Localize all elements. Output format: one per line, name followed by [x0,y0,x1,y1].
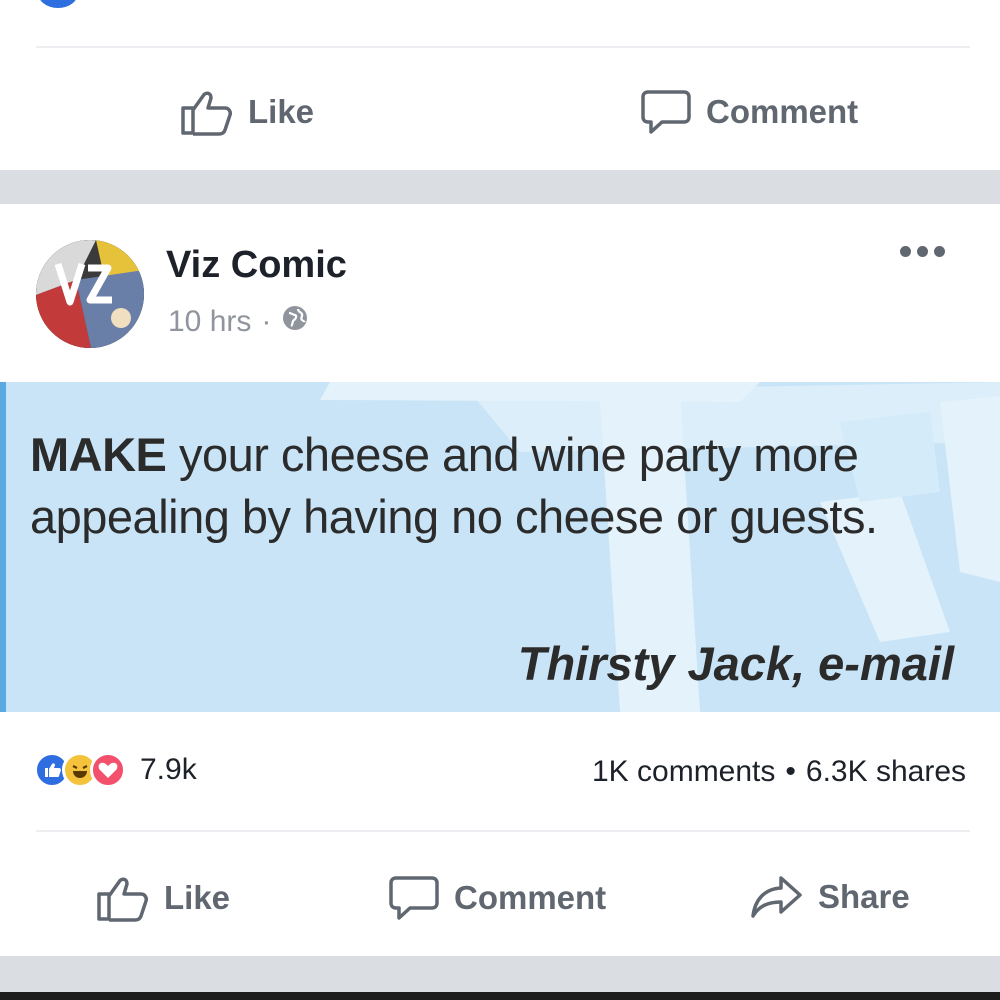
page-avatar[interactable] [36,240,144,348]
reaction-count: 7.9k [140,753,197,786]
page-name[interactable]: Viz Comic [166,244,347,287]
post-meta: 10 hrs · [168,304,309,340]
post-timestamp[interactable]: 10 hrs [168,305,251,339]
quote-emphasis: MAKE [30,428,167,481]
like-button[interactable]: Like [180,88,314,136]
share-arrow-icon [750,874,804,920]
engagement-stats: 1K comments • 6.3K shares [592,755,966,789]
post-card: Viz Comic 10 hrs · MAKE your cheese and … [0,204,1000,956]
comments-count[interactable]: 1K comments [592,755,775,789]
divider [36,830,970,832]
previous-post-avatar-edge [38,0,78,8]
comment-bubble-icon [640,88,692,136]
comment-label: Comment [454,879,607,916]
love-reaction-icon [90,752,126,788]
previous-post-card: Like Comment [0,0,1000,170]
globe-icon [281,304,309,340]
divider [36,46,970,48]
shares-count[interactable]: 6.3K shares [806,755,966,789]
quote-author: Thirsty Jack, e-mail [517,637,954,690]
more-dot [900,246,911,257]
share-button[interactable]: Share [750,874,910,920]
more-dot [917,246,928,257]
thumbs-up-icon [180,88,234,136]
feed-separator [0,956,1000,1000]
more-options-button[interactable] [900,246,945,257]
thumbs-up-icon [96,874,150,922]
comment-button[interactable]: Comment [640,88,858,136]
share-label: Share [818,878,910,915]
comment-label: Comment [706,93,859,130]
like-label: Like [248,93,315,130]
stats-separator: • [785,755,796,788]
meta-separator: · [261,305,272,338]
like-label: Like [164,879,231,916]
like-button[interactable]: Like [96,874,230,922]
quote-text: MAKE your cheese and wine party more app… [30,424,910,548]
feed-separator [0,170,1000,204]
reactions-summary[interactable]: 7.9k [34,752,197,788]
more-dot [934,246,945,257]
post-image[interactable]: MAKE your cheese and wine party more app… [0,382,1000,712]
quote-accent-bar [0,382,6,712]
comment-button[interactable]: Comment [388,874,606,922]
comment-bubble-icon [388,874,440,922]
